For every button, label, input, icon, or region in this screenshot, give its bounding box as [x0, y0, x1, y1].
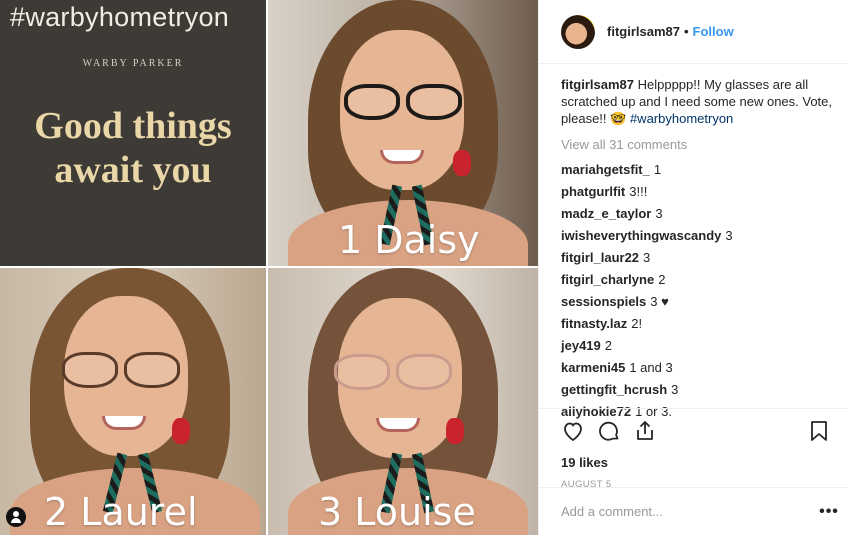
- comment-row: karmeni45 1 and 3: [561, 357, 837, 379]
- comment-text: 3: [655, 206, 663, 221]
- comment-username[interactable]: gettingfit_hcrush: [561, 382, 667, 397]
- add-comment-bar: Add a comment... •••: [539, 487, 848, 535]
- comment-text: 3: [643, 250, 651, 265]
- label-daisy: 1 Daisy: [338, 218, 480, 262]
- label-louise: 3 Louise: [318, 490, 476, 534]
- post-image[interactable]: #warbyhometryon WARBY PARKER Good things…: [0, 0, 538, 535]
- caption-hashtag[interactable]: #warbyhometryon: [630, 111, 733, 126]
- header-username[interactable]: fitgirlsam87: [607, 24, 680, 39]
- comment-username[interactable]: fitgirl_laur22: [561, 250, 639, 265]
- comments-section: fitgirlsam87 Helppppp!! My glasses are a…: [561, 76, 837, 423]
- comment-row: fitgirl_laur22 3: [561, 247, 837, 269]
- follow-button[interactable]: Follow: [693, 24, 734, 39]
- separator-dot: •: [683, 24, 689, 39]
- comment-row: phatgurlfit 3!!!: [561, 181, 837, 203]
- comment-row: mariahgetsfit_ 1: [561, 159, 837, 181]
- brand-text: WARBY PARKER: [82, 58, 184, 69]
- tile-daisy: 1 Daisy: [268, 0, 538, 266]
- heart-icon[interactable]: [561, 419, 585, 443]
- comment-row: gettingfit_hcrush 3: [561, 379, 837, 401]
- comment-username[interactable]: iwisheverythingwascandy: [561, 228, 721, 243]
- comment-username[interactable]: madz_e_taylor: [561, 206, 651, 221]
- add-comment-input[interactable]: Add a comment...: [561, 504, 809, 519]
- comment-row: iwisheverythingwascandy 3: [561, 225, 837, 247]
- view-all-comments-link[interactable]: View all 31 comments: [561, 136, 837, 153]
- glasses-louise: [334, 354, 452, 390]
- caption-username[interactable]: fitgirlsam87: [561, 77, 634, 92]
- tagline: Good things await you: [0, 104, 266, 192]
- comment-row: jey419 2: [561, 335, 837, 357]
- tile-laurel: 2 Laurel: [0, 268, 266, 535]
- share-icon[interactable]: [633, 419, 657, 443]
- comment-text: 3: [725, 228, 733, 243]
- glasses-daisy: [344, 84, 462, 120]
- comment-row: madz_e_taylor 3: [561, 203, 837, 225]
- comment-username[interactable]: jey419: [561, 338, 601, 353]
- bookmark-icon[interactable]: [807, 419, 831, 443]
- avatar[interactable]: [561, 14, 595, 49]
- comment-username[interactable]: sessionspiels: [561, 294, 646, 309]
- comment-icon[interactable]: [597, 419, 621, 443]
- like-count[interactable]: 19 likes: [561, 455, 831, 470]
- post-sidebar: fitgirlsam87 • Follow fitgirlsam87 Helpp…: [538, 0, 848, 535]
- comment-username[interactable]: karmeni45: [561, 360, 625, 375]
- comment-text: 1 and 3: [629, 360, 673, 375]
- tagline-line2: await you: [54, 149, 212, 191]
- tile-louise: 3 Louise: [268, 268, 538, 535]
- more-options-icon[interactable]: •••: [809, 503, 848, 521]
- comment-text: 2: [604, 338, 612, 353]
- label-laurel: 2 Laurel: [44, 490, 198, 534]
- comment-row: fitgirl_charlyne 2: [561, 269, 837, 291]
- comment-username[interactable]: fitgirl_charlyne: [561, 272, 654, 287]
- glasses-laurel: [62, 352, 180, 388]
- comment-text: 3: [671, 382, 679, 397]
- action-bar: 19 likes AUGUST 5: [539, 408, 848, 490]
- comment-username[interactable]: phatgurlfit: [561, 184, 625, 199]
- caption: fitgirlsam87 Helppppp!! My glasses are a…: [561, 76, 837, 127]
- comment-username[interactable]: fitnasty.laz: [561, 316, 627, 331]
- post-header: fitgirlsam87 • Follow: [539, 0, 848, 64]
- comment-username[interactable]: mariahgetsfit_: [561, 162, 650, 177]
- tagline-line1: Good things: [34, 105, 232, 147]
- image-hashtag: #warbyhometryon: [10, 2, 230, 32]
- user-tag-icon[interactable]: [6, 507, 26, 527]
- comment-text: 3!!!: [629, 184, 648, 199]
- tile-warby-box: #warbyhometryon WARBY PARKER Good things…: [0, 0, 266, 266]
- comment-text: 2: [658, 272, 666, 287]
- comment-text: 1: [653, 162, 662, 177]
- comment-row: fitnasty.laz 2!: [561, 313, 837, 335]
- action-icons: [561, 419, 831, 445]
- comment-row: sessionspiels 3 ♥: [561, 291, 837, 313]
- comment-text: 3 ♥: [650, 294, 669, 309]
- comment-text: 2!: [631, 316, 643, 331]
